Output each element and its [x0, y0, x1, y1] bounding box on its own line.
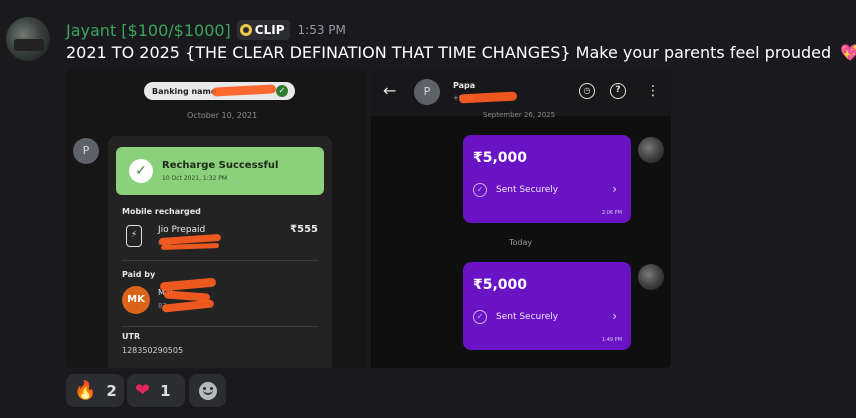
- redaction-scribble: [160, 242, 220, 251]
- contact-avatar: P: [73, 138, 99, 164]
- banking-name-label: Banking name: [152, 86, 217, 96]
- verified-shield-icon: ✓: [276, 85, 288, 97]
- recharge-receipt-card: ✓ Recharge Successful 10 Oct 2021, 1:32 …: [108, 136, 332, 368]
- author-avatar[interactable]: [6, 17, 50, 61]
- payment-status: Sent Securely: [496, 185, 559, 195]
- payment-time: 1:49 PM: [601, 337, 622, 343]
- contact-name: Papa: [453, 81, 476, 90]
- sent-check-icon: ✓: [473, 183, 487, 197]
- message-text-row: 2021 TO 2025 {THE CLEAR DEFINATION THAT …: [66, 43, 856, 62]
- redaction-scribble: [458, 91, 518, 104]
- paid-by-label: Paid by: [122, 270, 156, 279]
- success-check-icon: ✓: [129, 159, 153, 183]
- payment-status: Sent Securely: [496, 312, 559, 322]
- help-icon: ?: [610, 83, 626, 99]
- add-reaction-smiley-icon: [198, 381, 217, 400]
- date-separator-today: Today: [509, 238, 533, 247]
- reaction-fire[interactable]: 🔥 2: [66, 374, 124, 407]
- sparkling-heart-emoji: 💖: [840, 43, 856, 62]
- recharge-amount: ₹555: [290, 224, 318, 235]
- clip-tag-label: CLIP: [254, 23, 285, 37]
- success-title: Recharge Successful: [162, 160, 279, 171]
- sender-avatar: [638, 264, 664, 290]
- message-timestamp[interactable]: 1:53 PM: [298, 23, 346, 37]
- attachment-payments-screenshot[interactable]: ← P Papa +9 06 ◷ ? ⋮ September 26, 2025 …: [371, 69, 671, 368]
- chevron-right-icon: ›: [612, 182, 617, 196]
- payment-amount: ₹5,000: [473, 277, 528, 293]
- redaction-scribble: [161, 299, 215, 313]
- payer-avatar: MK: [122, 286, 150, 314]
- mobile-recharged-label: Mobile recharged: [122, 207, 201, 216]
- utr-label: UTR: [122, 332, 141, 341]
- sender-avatar: [638, 137, 664, 163]
- chevron-right-icon: ›: [612, 309, 617, 323]
- payment-time: 2:06 PM: [601, 210, 622, 216]
- alarm-clock-icon: ◷: [579, 83, 595, 99]
- attachment-recharge-screenshot[interactable]: Banking name ✓ October 10, 2021 P ✓ Rech…: [66, 69, 366, 368]
- reaction-count: 2: [106, 381, 117, 400]
- operator-name: Jio Prepaid: [158, 225, 206, 235]
- divider: [122, 260, 318, 261]
- redaction-scribble: [159, 277, 217, 292]
- sent-check-icon: ✓: [473, 310, 487, 324]
- chat-date: September 26, 2025: [483, 111, 556, 119]
- heart-icon: ❤: [135, 380, 151, 401]
- message-header: Jayant [$100/$1000] CLIP 1:53 PM: [66, 19, 346, 41]
- utr-value: 128350290505: [122, 346, 184, 355]
- success-datetime: 10 Oct 2021, 1:32 PM: [162, 175, 228, 182]
- divider: [122, 326, 318, 327]
- add-reaction-button[interactable]: [189, 374, 226, 407]
- reaction-heart[interactable]: ❤ 1: [127, 374, 185, 407]
- clip-tag[interactable]: CLIP: [236, 20, 290, 40]
- clip-tag-icon: [239, 24, 252, 36]
- chat-date: October 10, 2021: [187, 111, 258, 120]
- author-username[interactable]: Jayant [$100/$1000]: [66, 21, 231, 40]
- contact-avatar: P: [414, 79, 440, 105]
- success-banner: ✓ Recharge Successful 10 Oct 2021, 1:32 …: [116, 147, 324, 195]
- fire-icon: 🔥: [74, 380, 97, 401]
- more-vertical-icon: ⋮: [646, 83, 660, 99]
- chat-top-bar: ← P Papa +9 06 ◷ ? ⋮: [371, 69, 671, 116]
- reaction-count: 1: [160, 381, 171, 400]
- message-text: 2021 TO 2025 {THE CLEAR DEFINATION THAT …: [66, 43, 832, 62]
- mobile-phone-icon: ⚡: [126, 225, 142, 247]
- payment-amount: ₹5,000: [473, 150, 528, 166]
- back-arrow-icon: ←: [383, 81, 397, 100]
- payment-bubble: ₹5,000 ✓ Sent Securely › 2:06 PM: [463, 135, 631, 223]
- payment-bubble: ₹5,000 ✓ Sent Securely › 1:49 PM: [463, 262, 631, 350]
